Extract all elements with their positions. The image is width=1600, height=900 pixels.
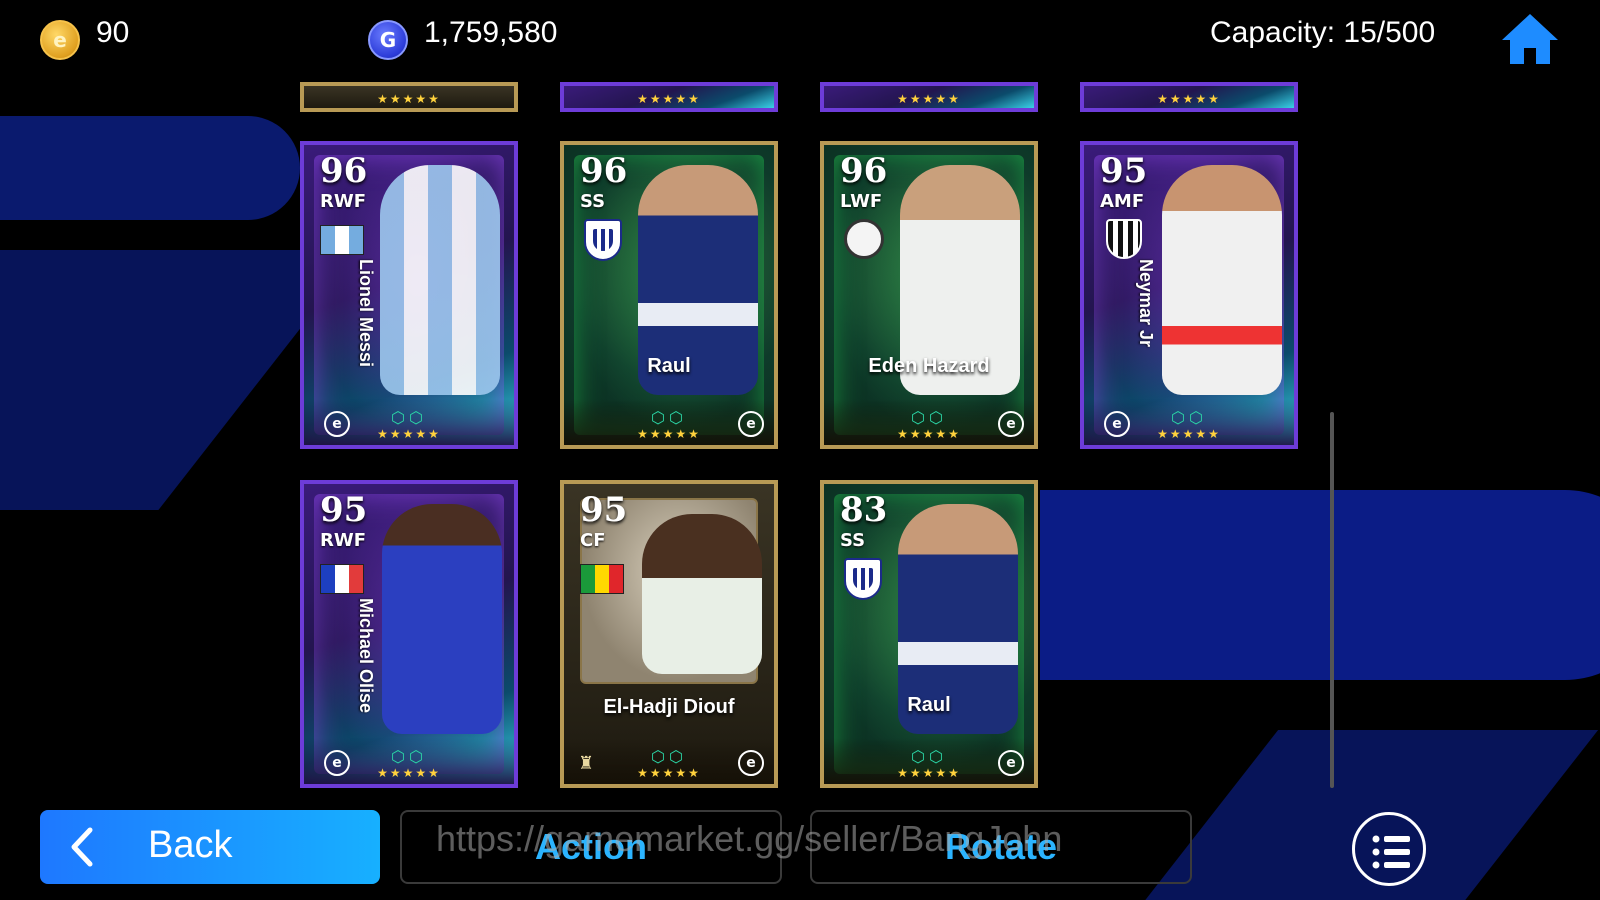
card-rating: 95 — [580, 490, 628, 530]
card-rating: 83 — [840, 490, 888, 530]
card-stars: ★★★★★ — [897, 92, 961, 106]
player-card-olise[interactable]: 95 RWF Michael Olise ⬡⬡ ★★★★★ e — [300, 480, 518, 788]
player-image — [382, 504, 502, 734]
card-stars: ★★★★★ — [1157, 92, 1221, 106]
player-card-messi[interactable]: 96 RWF Lionel Messi ⬡⬡ ★★★★★ e — [300, 141, 518, 449]
flag-senegal-icon — [580, 564, 624, 594]
top-bar: e 90 G 1,759,580 Capacity: 15/500 — [0, 0, 1600, 76]
card-position: SS — [840, 530, 866, 551]
list-menu-icon — [1372, 835, 1410, 869]
card-position: RWF — [320, 530, 367, 551]
club-crest-icon — [584, 219, 622, 261]
card-position: SS — [580, 191, 606, 212]
card-player-name: El-Hadji Diouf — [603, 696, 735, 718]
card-player-name: Raul — [907, 694, 951, 716]
back-button-label: Back — [148, 824, 233, 866]
efootball-badge-icon: e — [738, 411, 764, 437]
efootball-badge-icon: e — [998, 411, 1024, 437]
card-rating: 96 — [320, 151, 368, 191]
card-player-name: Eden Hazard — [868, 355, 990, 377]
coins-count: 90 — [96, 16, 130, 49]
player-card-partial[interactable]: ★★★★★ — [560, 82, 778, 112]
flag-argentina-icon — [320, 225, 364, 255]
player-image — [1162, 165, 1282, 395]
club-crest-icon — [844, 219, 884, 259]
card-stars: ★★★★★ — [377, 92, 441, 106]
efootball-badge-icon: e — [324, 411, 350, 437]
card-position: CF — [580, 530, 606, 551]
player-card-diouf[interactable]: 95 CF El-Hadji Diouf ♜ ⬡⬡ ★★★★★ e — [560, 480, 778, 788]
player-card-partial[interactable]: ★★★★★ — [820, 82, 1038, 112]
player-image — [380, 165, 500, 395]
efootball-badge-icon: e — [1104, 411, 1130, 437]
player-card-hazard[interactable]: 96 LWF Eden Hazard ⬡⬡ ★★★★★ e — [820, 141, 1038, 449]
player-card-neymar[interactable]: 95 AMF Neymar Jr ⬡⬡ ★★★★★ e — [1080, 141, 1298, 449]
list-menu-button[interactable] — [1352, 812, 1426, 886]
gp-coin-icon: G — [368, 20, 408, 60]
card-stars: ★★★★★ — [637, 92, 701, 106]
action-button[interactable]: Action — [400, 810, 782, 884]
flag-france-icon — [320, 564, 364, 594]
back-button[interactable]: Back — [40, 810, 380, 884]
player-card-grid: ★★★★★ ★★★★★ ★★★★★ ★★★★★ 96 RWF Lionel Me… — [0, 80, 1600, 800]
e-coin-icon: e — [40, 20, 80, 60]
card-player-name: Raul — [647, 355, 691, 377]
card-rating: 95 — [320, 490, 368, 530]
efootball-badge-icon: e — [324, 750, 350, 776]
capacity-label: Capacity: 15/500 — [1210, 16, 1436, 49]
player-card-partial[interactable]: ★★★★★ — [1080, 82, 1298, 112]
card-player-name: Lionel Messi — [356, 259, 376, 368]
card-position: RWF — [320, 191, 367, 212]
scrollbar[interactable] — [1330, 412, 1334, 788]
efootball-badge-icon: e — [738, 750, 764, 776]
player-image — [642, 514, 762, 674]
card-rating: 96 — [580, 151, 628, 191]
home-icon[interactable] — [1500, 10, 1560, 66]
rotate-button-label: Rotate — [944, 826, 1057, 867]
club-crest-icon — [844, 558, 882, 600]
club-crest-icon — [1106, 219, 1142, 259]
player-card-raul-2[interactable]: 83 SS Raul ⬡⬡ ★★★★★ e — [820, 480, 1038, 788]
card-position: LWF — [840, 191, 883, 212]
action-button-label: Action — [535, 826, 647, 867]
card-rating: 96 — [840, 151, 888, 191]
gp-count: 1,759,580 — [424, 16, 558, 49]
card-position: AMF — [1100, 191, 1145, 212]
card-player-name: Neymar Jr — [1136, 259, 1156, 348]
player-card-partial[interactable]: ★★★★★ — [300, 82, 518, 112]
efootball-badge-icon: e — [998, 750, 1024, 776]
card-rating: 95 — [1100, 151, 1148, 191]
rotate-button[interactable]: Rotate — [810, 810, 1192, 884]
card-player-name: Michael Olise — [356, 598, 376, 714]
player-card-raul[interactable]: 96 SS Raul ⬡⬡ ★★★★★ e — [560, 141, 778, 449]
chevron-left-icon — [71, 827, 93, 867]
